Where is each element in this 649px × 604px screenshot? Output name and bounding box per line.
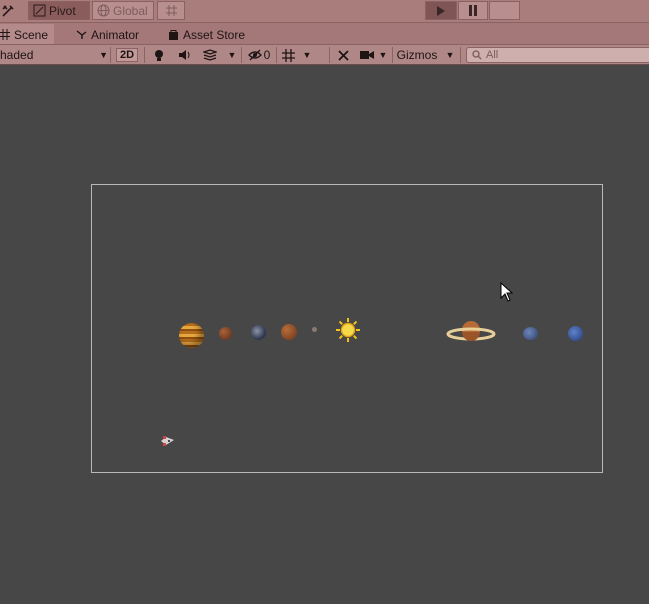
tab-scene-label: Scene [14, 27, 49, 42]
scene-toolbar: haded ▼ 2D ▼ 0 ▼ ▼ Gizmos ▼ All [0, 44, 649, 65]
mouse-cursor-icon [500, 281, 514, 305]
scene-visibility-toggle[interactable]: 0 [245, 46, 273, 64]
hidden-eye-icon [247, 49, 262, 61]
gizmos-button[interactable]: Gizmos [394, 46, 440, 64]
2d-label: 2D [115, 48, 139, 62]
grid-visibility-button[interactable] [279, 46, 297, 64]
planet-mercury[interactable] [312, 327, 317, 332]
planet-earth[interactable] [251, 325, 266, 340]
bag-icon [169, 30, 178, 40]
shading-mode-value: haded [0, 48, 34, 62]
divider [460, 47, 461, 63]
grid-dropdown-button[interactable]: ▼ [300, 46, 314, 64]
gizmos-label: Gizmos [396, 48, 438, 62]
tab-animator[interactable]: Animator [70, 24, 145, 45]
tab-animator-label: Animator [91, 27, 140, 42]
tab-asset-store-label: Asset Store [183, 27, 246, 42]
pause-icon [469, 5, 477, 16]
scene-tools-button[interactable] [334, 46, 352, 64]
chevron-down-icon: ▼ [302, 50, 312, 60]
chevron-down-icon: ▼ [378, 50, 388, 60]
global-label: Global [113, 3, 148, 18]
wrench-cross-icon [337, 49, 349, 61]
grid-snap-button[interactable] [157, 1, 185, 20]
audio-toggle-button[interactable] [175, 46, 195, 64]
scene-search-input[interactable]: All [466, 47, 649, 63]
planet-neptune[interactable] [568, 326, 583, 341]
grid-icon [281, 48, 295, 62]
camera-icon [360, 51, 374, 59]
pivot-toggle-button[interactable]: Pivot [28, 1, 90, 20]
divider [329, 47, 330, 63]
planet-uranus[interactable] [523, 327, 538, 340]
divider [144, 47, 145, 63]
pause-button[interactable] [458, 1, 488, 20]
pivot-icon [33, 4, 46, 17]
hidden-objects-count: 0 [263, 48, 271, 62]
planet-jupiter[interactable] [179, 323, 204, 348]
search-icon [472, 50, 482, 60]
divider [110, 47, 111, 63]
chevron-down-icon: ▼ [99, 50, 108, 60]
divider [276, 47, 277, 63]
sun-icon[interactable] [335, 317, 361, 343]
2d-toggle-button[interactable]: 2D [115, 46, 139, 64]
play-button[interactable] [425, 1, 457, 20]
scene-viewport[interactable] [0, 65, 649, 604]
main-toolbar: Pivot Global [0, 0, 649, 22]
effects-layers-icon [203, 49, 217, 61]
globe-icon [97, 4, 110, 17]
planet-venus[interactable] [281, 324, 297, 340]
planet-mars[interactable] [219, 327, 232, 340]
camera-settings-button[interactable] [358, 46, 376, 64]
planet-saturn[interactable] [446, 319, 496, 345]
lighting-toggle-button[interactable] [150, 46, 168, 64]
play-icon [437, 5, 445, 16]
gizmos-dropdown-button[interactable]: ▼ [443, 46, 457, 64]
search-placeholder: All [486, 49, 499, 61]
editor-tab-bar: Scene Animator Asset Store [0, 22, 649, 45]
divider [241, 47, 242, 63]
camera-dropdown-button[interactable]: ▼ [376, 46, 390, 64]
effects-dropdown-button[interactable]: ▼ [225, 46, 239, 64]
spaceship-icon[interactable] [160, 435, 176, 447]
animator-icon [76, 30, 87, 39]
lightbulb-icon [155, 49, 163, 61]
grid-icon [0, 29, 10, 40]
tools-icon[interactable] [0, 1, 22, 20]
step-button[interactable] [489, 1, 520, 20]
chevron-down-icon: ▼ [445, 50, 455, 60]
divider [392, 47, 393, 63]
tab-asset-store[interactable]: Asset Store [162, 24, 251, 45]
effects-toggle-button[interactable] [201, 46, 219, 64]
chevron-down-icon: ▼ [227, 50, 237, 60]
speaker-icon [179, 50, 190, 60]
grid-snap-icon [165, 5, 177, 16]
pivot-label: Pivot [49, 3, 76, 18]
global-toggle-button[interactable]: Global [92, 1, 154, 20]
shading-mode-dropdown[interactable]: haded ▼ [0, 46, 108, 64]
tab-scene[interactable]: Scene [0, 24, 55, 45]
